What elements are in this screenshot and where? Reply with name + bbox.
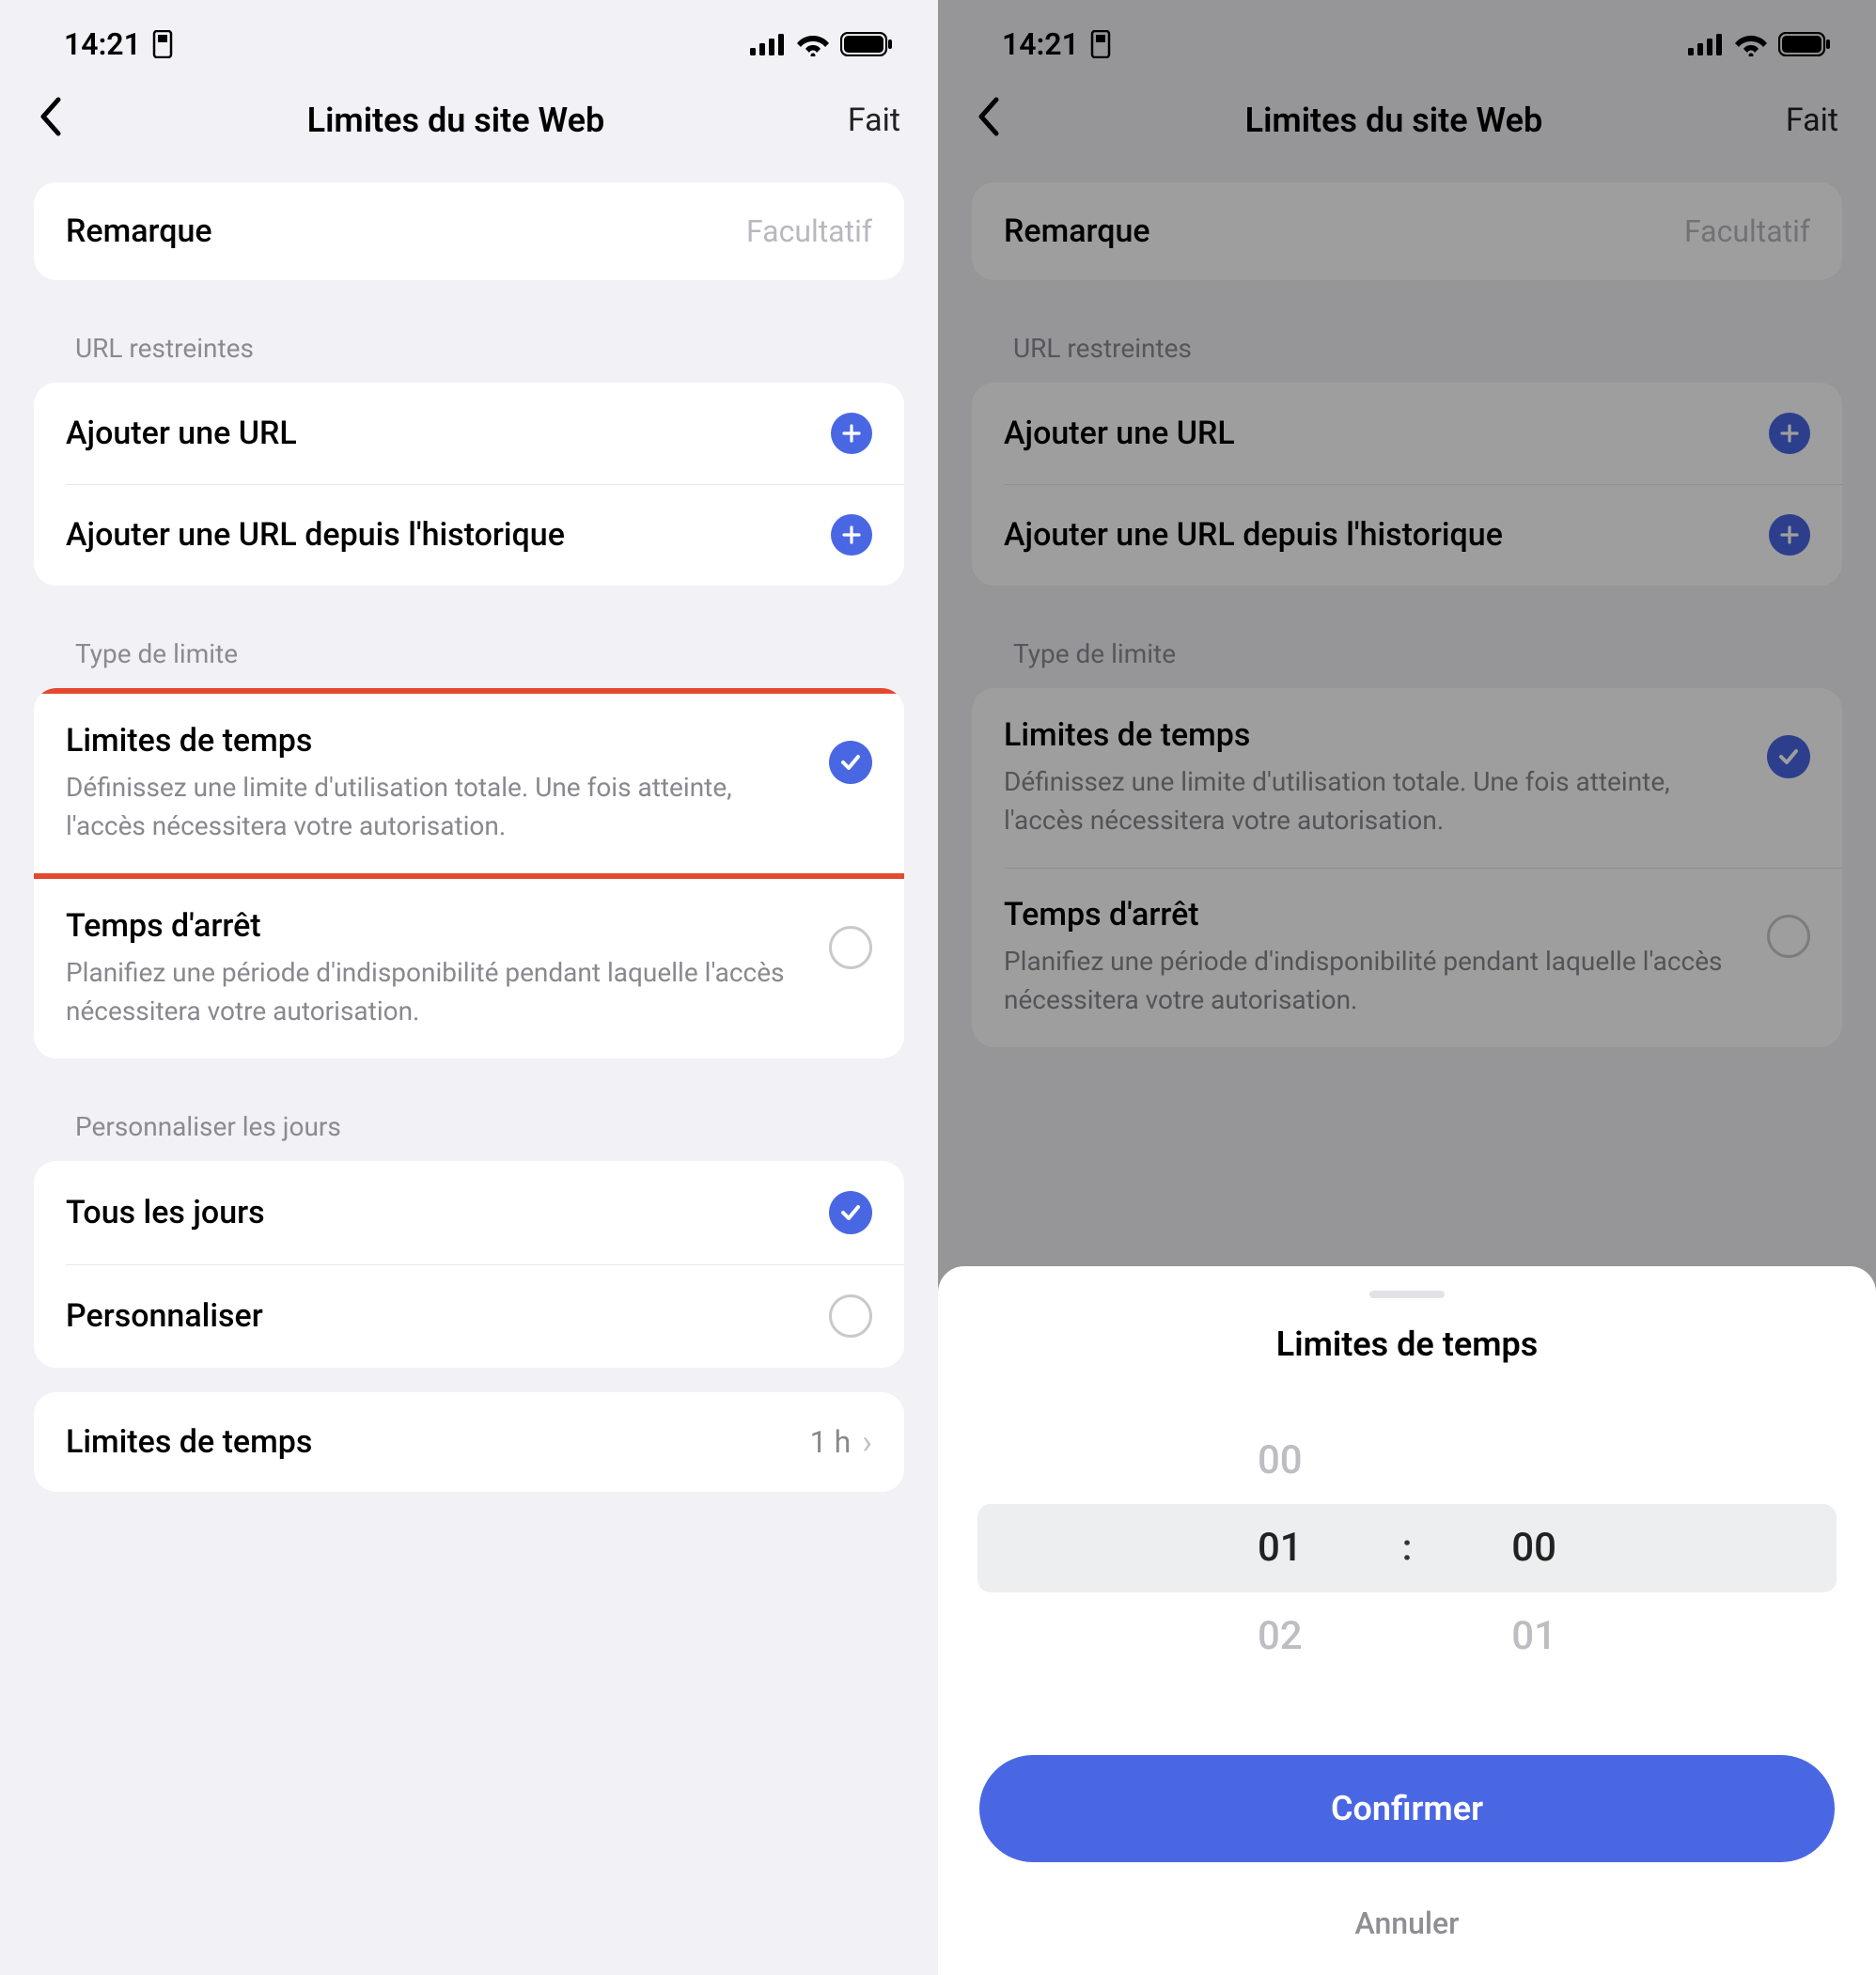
status-icons — [750, 32, 893, 56]
wifi-icon — [797, 32, 829, 56]
confirm-button[interactable]: Confirmer — [979, 1755, 1835, 1862]
back-button[interactable] — [38, 96, 64, 145]
screenshot-right: 14:21 Limites du site Web Fait Remarque … — [938, 0, 1876, 1975]
add-url-history-row[interactable]: Ajouter une URL depuis l'historique — [34, 484, 904, 586]
cancel-button[interactable]: Annuler — [938, 1889, 1876, 1975]
plus-icon — [831, 413, 872, 454]
radio-checked-icon — [829, 741, 872, 784]
card-icon — [150, 30, 175, 58]
chevron-right-icon: › — [862, 1422, 872, 1462]
custom-day-option[interactable]: Personnaliser — [34, 1264, 904, 1368]
sheet-handle[interactable] — [1369, 1291, 1445, 1298]
hours-column[interactable]: 00 01 02 — [1158, 1417, 1402, 1680]
every-day-option[interactable]: Tous les jours — [34, 1161, 904, 1264]
minutes-column[interactable]: 00 01 — [1412, 1417, 1656, 1680]
time-picker-sheet: Limites de temps 00 01 02 : 00 01 Confir… — [938, 1266, 1876, 1975]
radio-unchecked-icon — [829, 926, 872, 969]
remark-placeholder: Facultatif — [746, 213, 872, 249]
battery-icon — [840, 32, 893, 56]
done-button[interactable]: Fait — [848, 102, 900, 139]
radio-unchecked-icon — [829, 1294, 872, 1338]
limit-type-header: Type de limite — [34, 604, 904, 688]
signal-icon — [750, 33, 786, 55]
status-time: 14:21 — [64, 26, 175, 62]
plus-icon — [831, 514, 872, 556]
add-url-row[interactable]: Ajouter une URL — [34, 383, 904, 484]
downtime-option[interactable]: Temps d'arrêt Planifiez une période d'in… — [34, 879, 904, 1058]
days-header: Personnaliser les jours — [34, 1077, 904, 1161]
time-picker[interactable]: 00 01 02 : 00 01 — [938, 1417, 1876, 1680]
urls-section-header: URL restreintes — [34, 299, 904, 383]
highlight-box: Limites de temps Définissez une limite d… — [34, 688, 904, 879]
time-limit-value-row[interactable]: Limites de temps 1 h › — [34, 1392, 904, 1492]
remark-label: Remarque — [66, 212, 212, 250]
page-title: Limites du site Web — [64, 101, 848, 140]
nav-bar: Limites du site Web Fait — [0, 73, 938, 182]
sheet-title: Limites de temps — [938, 1325, 1876, 1364]
status-bar: 14:21 — [0, 0, 938, 73]
time-limit-option[interactable]: Limites de temps Définissez une limite d… — [34, 694, 904, 873]
screenshot-left: 14:21 Limites du site Web Fait Remarque … — [0, 0, 938, 1975]
remark-row[interactable]: Remarque Facultatif — [34, 182, 904, 280]
radio-checked-icon — [829, 1191, 872, 1234]
